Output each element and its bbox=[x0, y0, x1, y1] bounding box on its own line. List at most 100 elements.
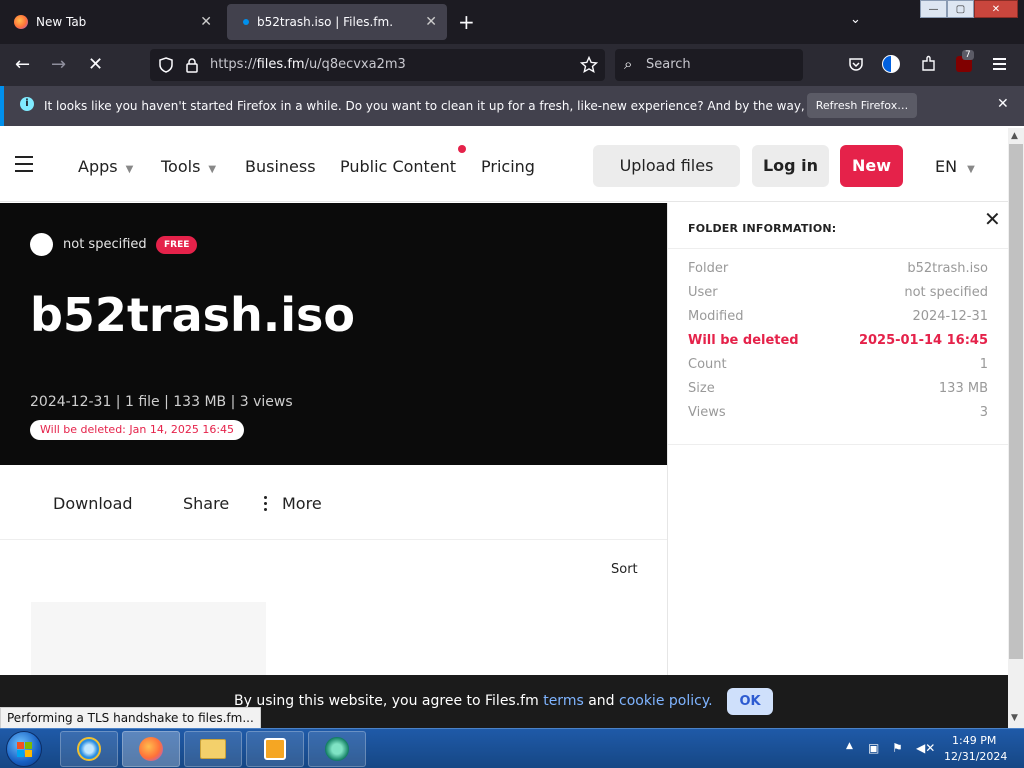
clock-time[interactable]: 1:49 PM bbox=[952, 734, 996, 747]
more-button[interactable]: More bbox=[282, 494, 322, 513]
search-icon: ⌕ bbox=[624, 55, 633, 73]
clock-date[interactable]: 12/31/2024 bbox=[944, 750, 1007, 763]
account-icon[interactable] bbox=[882, 55, 900, 73]
scroll-up-icon[interactable]: ▲ bbox=[1011, 131, 1018, 141]
cookie-policy-link[interactable]: cookie policy. bbox=[619, 693, 713, 709]
refresh-firefox-button[interactable]: Refresh Firefox… bbox=[807, 93, 917, 118]
close-icon[interactable]: ✕ bbox=[200, 14, 212, 30]
taskbar-media-player[interactable] bbox=[246, 731, 304, 767]
scroll-down-icon[interactable]: ▼ bbox=[1011, 713, 1018, 723]
url-text[interactable]: https://files.fm/u/q8ecvxa2m3 bbox=[210, 57, 406, 72]
bookmark-star-icon[interactable] bbox=[580, 56, 598, 74]
menu-tools[interactable]: Tools ▼ bbox=[161, 157, 216, 176]
upload-files-button[interactable]: Upload files bbox=[593, 145, 740, 187]
file-meta: 2024-12-31 | 1 file | 133 MB | 3 views bbox=[30, 394, 293, 410]
lock-icon[interactable] bbox=[185, 57, 199, 73]
info-row: Size 133 MB bbox=[688, 381, 988, 401]
folder-information-panel: FOLDER INFORMATION: ✕ Folder b52trash.iso… bbox=[667, 203, 1009, 675]
info-icon: i bbox=[20, 97, 34, 111]
tab-files-fm[interactable]: b52trash.iso | Files.fm. ✕ bbox=[227, 4, 447, 40]
refresh-firefox-notification: i It looks like you haven't started Fire… bbox=[0, 86, 1024, 126]
info-row: Count 1 bbox=[688, 357, 988, 377]
window-controls: — ▢ ✕ bbox=[920, 0, 1018, 18]
taskbar-internet-explorer[interactable] bbox=[60, 731, 118, 767]
action-center-flag-icon[interactable]: ⚑ bbox=[892, 741, 903, 755]
terms-link[interactable]: terms bbox=[543, 693, 584, 709]
page-scrollbar[interactable]: ▲ ▼ bbox=[1008, 128, 1024, 728]
menu-label: Apps bbox=[78, 157, 118, 176]
firefox-icon bbox=[139, 737, 163, 761]
info-key: User bbox=[688, 285, 718, 300]
login-button[interactable]: Log in bbox=[752, 145, 829, 187]
info-value: 133 MB bbox=[938, 381, 988, 396]
firefox-icon bbox=[14, 15, 28, 29]
tab-title: b52trash.iso | Files.fm. bbox=[257, 15, 394, 29]
info-key: Will be deleted bbox=[688, 333, 799, 348]
free-badge: FREE bbox=[156, 236, 198, 254]
close-icon[interactable]: ✕ bbox=[984, 207, 1001, 231]
language-label: EN bbox=[935, 157, 958, 176]
url-path: /u/q8ecvxa2m3 bbox=[304, 57, 406, 72]
tab-new-tab[interactable]: New Tab ✕ bbox=[4, 4, 222, 40]
file-thumbnail[interactable] bbox=[31, 602, 266, 677]
owner-name: not specified bbox=[63, 237, 147, 252]
notification-dot bbox=[458, 145, 466, 153]
address-bar[interactable]: https://files.fm/u/q8ecvxa2m3 bbox=[150, 49, 605, 81]
menu-business[interactable]: Business bbox=[245, 157, 316, 176]
taskbar-app[interactable] bbox=[308, 731, 366, 767]
start-button[interactable] bbox=[6, 731, 42, 767]
page-title: b52trash.iso bbox=[30, 288, 356, 342]
show-hidden-icons-icon[interactable]: ▲ bbox=[846, 741, 853, 751]
shield-icon[interactable] bbox=[158, 57, 174, 73]
sort-button[interactable]: Sort bbox=[611, 562, 638, 577]
network-icon[interactable]: ▣ bbox=[868, 741, 879, 755]
site-header: Apps ▼ Tools ▼ Business Public Content Pri… bbox=[0, 128, 1008, 202]
back-arrow-icon[interactable]: ← bbox=[15, 54, 30, 75]
menu-pricing[interactable]: Pricing bbox=[481, 157, 535, 176]
internet-explorer-icon bbox=[77, 737, 101, 761]
scrollbar-thumb[interactable] bbox=[1009, 144, 1023, 659]
divider bbox=[668, 444, 1009, 445]
file-hero: not specified FREE b52trash.iso 2024-12-… bbox=[0, 203, 667, 465]
list-all-tabs-button[interactable]: ⌄ bbox=[850, 12, 861, 27]
app-icon bbox=[325, 737, 349, 761]
download-button[interactable]: Download bbox=[53, 494, 133, 513]
language-selector[interactable]: EN ▼ bbox=[935, 157, 975, 176]
search-placeholder: Search bbox=[646, 57, 691, 72]
info-row: User not specified bbox=[688, 285, 988, 305]
menu-apps[interactable]: Apps ▼ bbox=[78, 157, 133, 176]
hamburger-menu-icon[interactable] bbox=[15, 156, 33, 177]
search-bar[interactable]: ⌕ Search bbox=[615, 49, 803, 81]
taskbar-firefox[interactable] bbox=[122, 731, 180, 767]
info-value: 3 bbox=[979, 405, 988, 420]
info-value: not specified bbox=[904, 285, 988, 300]
cookie-ok-button[interactable]: OK bbox=[727, 688, 773, 715]
share-button[interactable]: Share bbox=[183, 494, 229, 513]
close-icon[interactable]: ✕ bbox=[425, 14, 437, 30]
more-vertical-icon[interactable] bbox=[264, 496, 268, 514]
pocket-icon[interactable] bbox=[848, 56, 864, 72]
extensions-icon[interactable] bbox=[920, 55, 937, 72]
maximize-button[interactable]: ▢ bbox=[947, 0, 974, 18]
info-row: Folder b52trash.iso bbox=[688, 261, 988, 281]
taskbar-file-explorer[interactable] bbox=[184, 731, 242, 767]
chevron-down-icon: ▼ bbox=[208, 164, 217, 175]
cookie-prefix: By using this website, you agree to File… bbox=[234, 693, 544, 709]
minimize-button[interactable]: — bbox=[920, 0, 947, 18]
volume-muted-icon[interactable]: ◀✕ bbox=[916, 741, 935, 755]
new-tab-button[interactable]: + bbox=[458, 10, 475, 34]
forward-arrow-icon[interactable]: → bbox=[51, 54, 66, 75]
menu-public-content[interactable]: Public Content bbox=[340, 157, 456, 176]
cookie-middle: and bbox=[583, 693, 619, 709]
panel-title: FOLDER INFORMATION: bbox=[688, 222, 837, 235]
info-value: 2024-12-31 bbox=[912, 309, 988, 324]
stop-loading-icon[interactable]: ✕ bbox=[88, 54, 103, 75]
info-row: Views 3 bbox=[688, 405, 988, 425]
close-icon[interactable]: ✕ bbox=[997, 96, 1009, 112]
app-menu-icon[interactable] bbox=[993, 58, 1006, 70]
chevron-down-icon: ▼ bbox=[967, 164, 975, 175]
file-actions: Download Share More bbox=[0, 465, 667, 540]
window-close-button[interactable]: ✕ bbox=[974, 0, 1018, 18]
new-button[interactable]: New bbox=[840, 145, 903, 187]
status-text: Performing a TLS handshake to files.fm..… bbox=[0, 707, 261, 729]
